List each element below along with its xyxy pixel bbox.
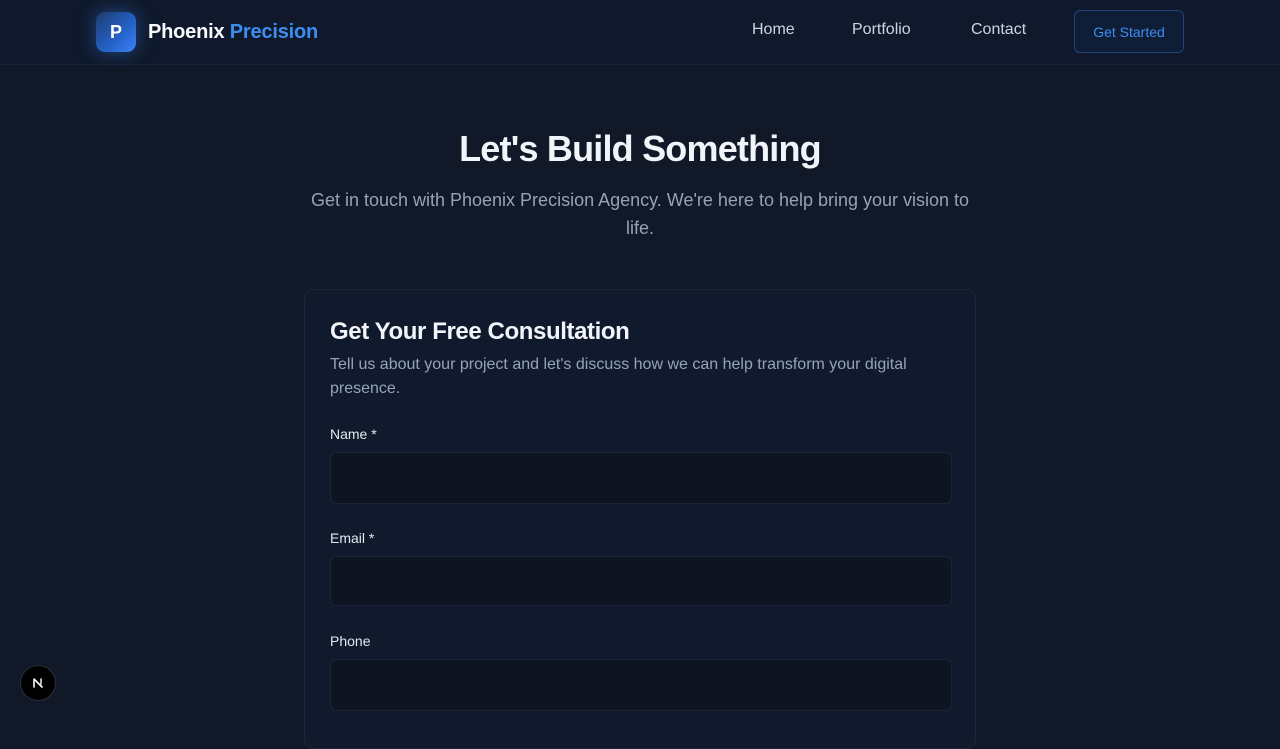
brand-name-accent: Precision	[229, 20, 319, 43]
page-title: Let's Build Something	[459, 128, 822, 169]
phone-input[interactable]	[330, 659, 952, 711]
email-label: Email *	[330, 530, 375, 546]
nav-link-home[interactable]: Home	[752, 21, 795, 39]
brand-name: Phoenix Precision	[148, 21, 318, 44]
logo-badge: P	[96, 12, 136, 52]
nav-link-contact[interactable]: Contact	[971, 21, 1026, 39]
name-label: Name *	[330, 426, 377, 442]
form-title: Get Your Free Consultation	[330, 318, 630, 345]
brand-logo-link[interactable]: P Phoenix Precision	[96, 12, 318, 52]
nextjs-logo-icon	[33, 678, 43, 688]
name-input[interactable]	[330, 452, 952, 504]
get-started-button[interactable]: Get Started	[1074, 10, 1184, 53]
logo-letter: P	[109, 21, 122, 42]
dev-tools-button[interactable]	[20, 665, 56, 701]
brand-name-primary: Phoenix	[148, 20, 225, 43]
page-subtitle: Get in touch with Phoenix Precision Agen…	[310, 190, 970, 238]
email-input[interactable]	[330, 556, 952, 606]
top-navbar: P Phoenix Precision Home Portfolio Conta…	[0, 0, 1280, 65]
consultation-form-card: Get Your Free Consultation Tell us about…	[304, 289, 976, 749]
form-description: Tell us about your project and let's dis…	[330, 356, 907, 397]
nav-link-portfolio[interactable]: Portfolio	[852, 21, 911, 39]
phone-label: Phone	[330, 633, 371, 649]
